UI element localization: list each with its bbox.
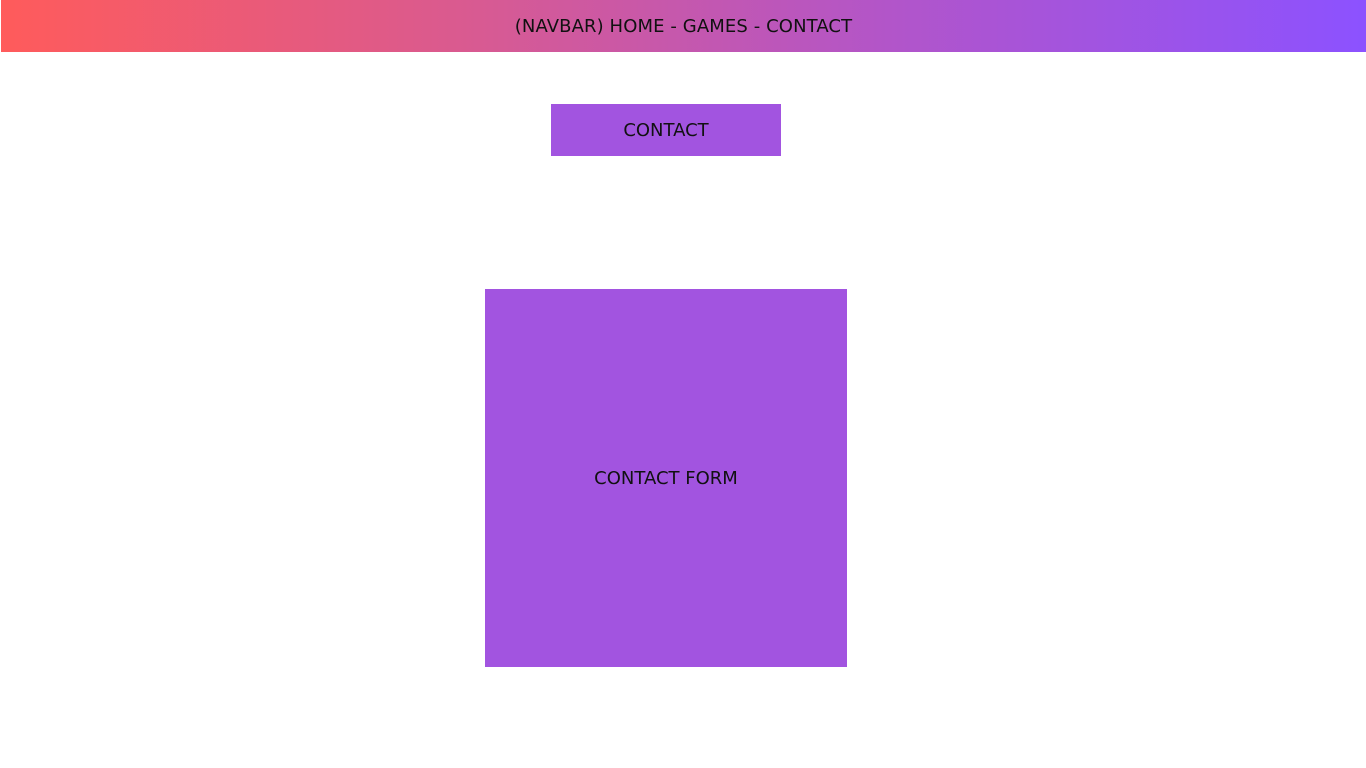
navbar: (NAVBAR) HOME - GAMES - CONTACT bbox=[1, 0, 1366, 52]
contact-heading-label: CONTACT bbox=[623, 119, 709, 141]
contact-heading: CONTACT bbox=[551, 104, 781, 156]
contact-form-placeholder[interactable]: CONTACT FORM bbox=[485, 289, 847, 667]
navbar-text[interactable]: (NAVBAR) HOME - GAMES - CONTACT bbox=[515, 16, 852, 37]
page: (NAVBAR) HOME - GAMES - CONTACT CONTACT … bbox=[0, 0, 1366, 768]
contact-form-label: CONTACT FORM bbox=[594, 467, 738, 489]
